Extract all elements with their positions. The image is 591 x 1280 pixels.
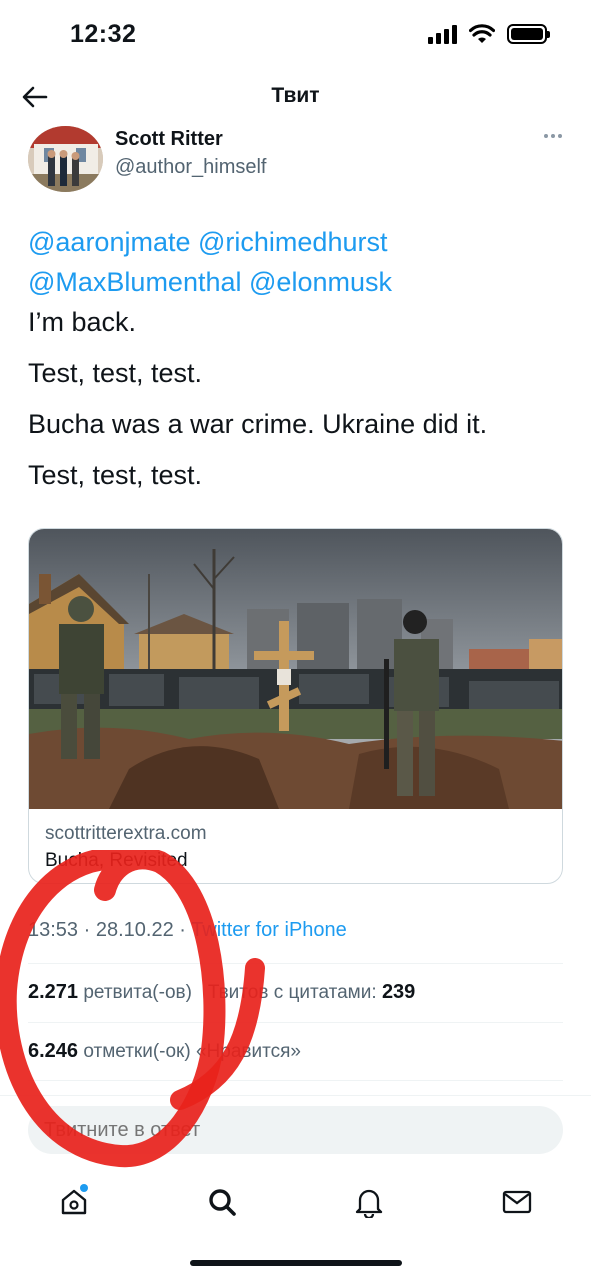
meta-separator: · [83, 919, 91, 941]
tab-messages[interactable] [497, 1182, 537, 1222]
divider [28, 1022, 563, 1023]
link-domain: scottritterextra.com [45, 823, 207, 844]
bell-icon [355, 1189, 383, 1218]
status-time: 12:32 [70, 20, 137, 48]
status-bar: 12:32 [0, 0, 591, 70]
stats-retweets-row: 2.271 ретвита(-ов) Твитов с цитатами: 23… [28, 981, 415, 1004]
meta-separator: · [179, 919, 186, 941]
status-icons [428, 24, 550, 44]
reply-divider [0, 1095, 591, 1096]
likes-count: 6.246 [28, 1040, 79, 1062]
signal-icon [428, 24, 457, 44]
tab-notifications[interactable] [349, 1182, 389, 1222]
tweet-line: Test, test, test. [28, 358, 203, 388]
retweets-label: ретвита(-ов) [83, 982, 192, 1003]
tab-search[interactable] [202, 1182, 242, 1222]
quotes-label: Твитов с цитатами: [207, 982, 377, 1003]
mention-link[interactable]: @elonmusk [249, 267, 392, 297]
link-preview-image [29, 529, 562, 809]
tweet-meta: 13:53 · 28.10.22 · Twitter for iPhone [28, 919, 347, 942]
battery-icon [507, 24, 550, 44]
author-handle[interactable]: @author_himself [115, 156, 266, 179]
tweet-time: 13:53 [28, 919, 79, 941]
tweet-author: Scott Ritter @author_himself [28, 126, 568, 196]
tweet-date: 28.10.22 [95, 919, 174, 941]
tweet-source-link[interactable]: Twitter for iPhone [191, 919, 347, 941]
page-title: Твит [271, 84, 320, 107]
tweet-line: Test, test, test. [28, 460, 203, 490]
tweet-text: @aaronjmate @richimedhurst @MaxBlumentha… [28, 222, 568, 506]
mentions-line-2: @MaxBlumenthal @elonmusk [28, 262, 568, 302]
reply-input[interactable] [28, 1106, 563, 1154]
avatar[interactable] [28, 126, 103, 192]
divider [28, 963, 563, 964]
nav-header: Твит [0, 70, 591, 126]
quotes-stat[interactable]: Твитов с цитатами: 239 [207, 981, 416, 1003]
tweet-line: Bucha was a war crime. Ukraine did it. [28, 409, 488, 439]
retweets-count: 2.271 [28, 981, 79, 1003]
search-icon [209, 1189, 236, 1216]
link-preview-card[interactable]: scottritterextra.com Bucha, Revisited [28, 528, 563, 884]
wifi-icon [469, 24, 495, 43]
more-options-icon[interactable] [544, 134, 562, 138]
tab-bar [0, 1168, 591, 1238]
tweet-line: I’m back. [28, 307, 137, 337]
mail-icon [502, 1190, 532, 1214]
home-indicator [190, 1260, 402, 1266]
stats-likes-row[interactable]: 6.246 отметки(-ок) «Нравится» [28, 1040, 301, 1063]
likes-label: отметки(-ок) «Нравится» [83, 1041, 301, 1062]
quotes-count: 239 [381, 981, 416, 1003]
mention-link[interactable]: @MaxBlumenthal [28, 267, 242, 297]
mentions-line-1: @aaronjmate @richimedhurst [28, 222, 568, 262]
tab-home[interactable] [54, 1182, 94, 1222]
retweets-stat[interactable]: 2.271 ретвита(-ов) [28, 981, 197, 1003]
mention-link[interactable]: @aaronjmate [28, 227, 191, 257]
mention-link[interactable]: @richimedhurst [198, 227, 387, 257]
notification-dot [80, 1184, 88, 1192]
link-title: Bucha, Revisited [45, 850, 188, 871]
divider [28, 1080, 563, 1081]
author-name[interactable]: Scott Ritter [115, 128, 223, 151]
